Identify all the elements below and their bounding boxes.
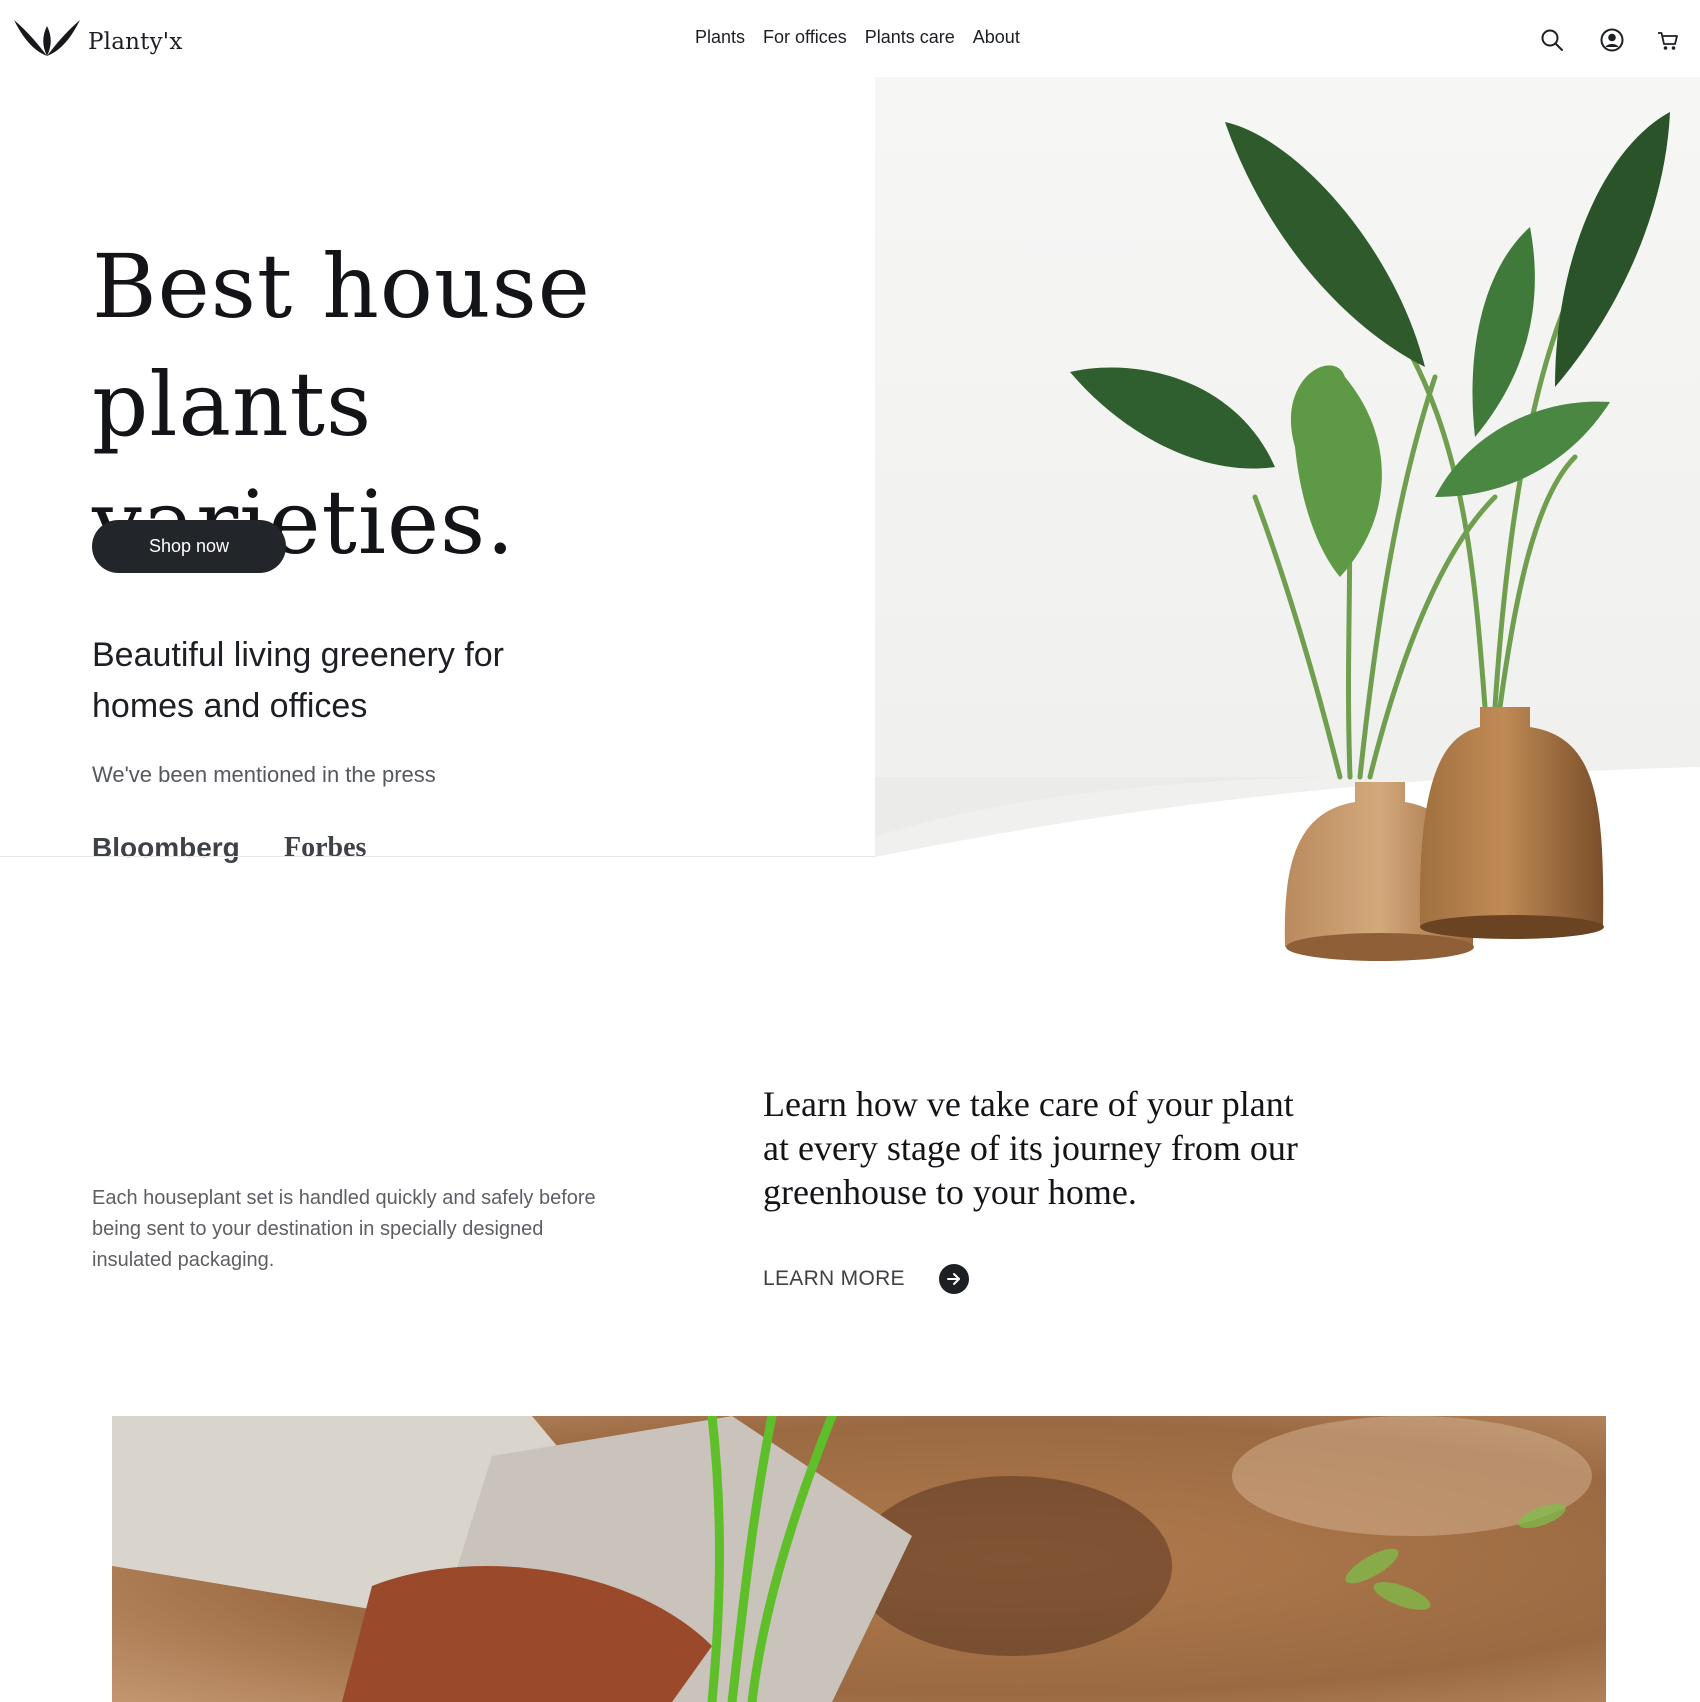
- leaf-logo-icon: [14, 20, 80, 56]
- main-nav: Plants For offices Plants care About: [695, 27, 1038, 48]
- hero-subtitle: Beautiful living greenery for homes and …: [92, 636, 505, 725]
- nav-item-about[interactable]: About: [973, 27, 1020, 48]
- care-heading: Learn how ve take care of your plant at …: [763, 1082, 1363, 1214]
- packaging-description: Each houseplant set is handled quickly a…: [92, 1187, 596, 1271]
- care-heading-line-2: at every stage of its journey from our: [763, 1128, 1298, 1168]
- shop-now-button[interactable]: Shop now: [92, 520, 286, 573]
- care-heading-line-1: Learn how ve take care of your plant: [763, 1084, 1294, 1124]
- nav-item-for-offices[interactable]: For offices: [763, 27, 847, 48]
- search-icon[interactable]: [1540, 28, 1564, 57]
- gardening-photo: [112, 1416, 1606, 1702]
- brand-logo[interactable]: Planty'x: [14, 16, 183, 58]
- learn-more-link[interactable]: LEARN MORE: [763, 1264, 969, 1294]
- care-heading-line-3: greenhouse to your home.: [763, 1172, 1137, 1212]
- learn-more-label: LEARN MORE: [763, 1267, 905, 1290]
- account-icon[interactable]: [1600, 28, 1624, 57]
- press-mention-label: We've been mentioned in the press: [92, 762, 436, 787]
- nav-item-plants[interactable]: Plants: [695, 27, 745, 48]
- press-logo-bloomberg[interactable]: Bloomberg: [92, 832, 240, 864]
- hero-plant-photo: [875, 77, 1700, 1011]
- hero-title-line-1: Best house: [92, 235, 591, 338]
- arrow-right-icon[interactable]: [938, 1264, 969, 1294]
- nav-item-plants-care[interactable]: Plants care: [865, 27, 955, 48]
- cart-icon[interactable]: [1657, 30, 1679, 57]
- press-logo-forbes[interactable]: Forbes: [284, 832, 366, 864]
- site-header: Planty'x Plants For offices Plants care …: [0, 0, 1700, 78]
- brand-name: Planty'x: [88, 29, 183, 55]
- section-divider: [0, 856, 875, 857]
